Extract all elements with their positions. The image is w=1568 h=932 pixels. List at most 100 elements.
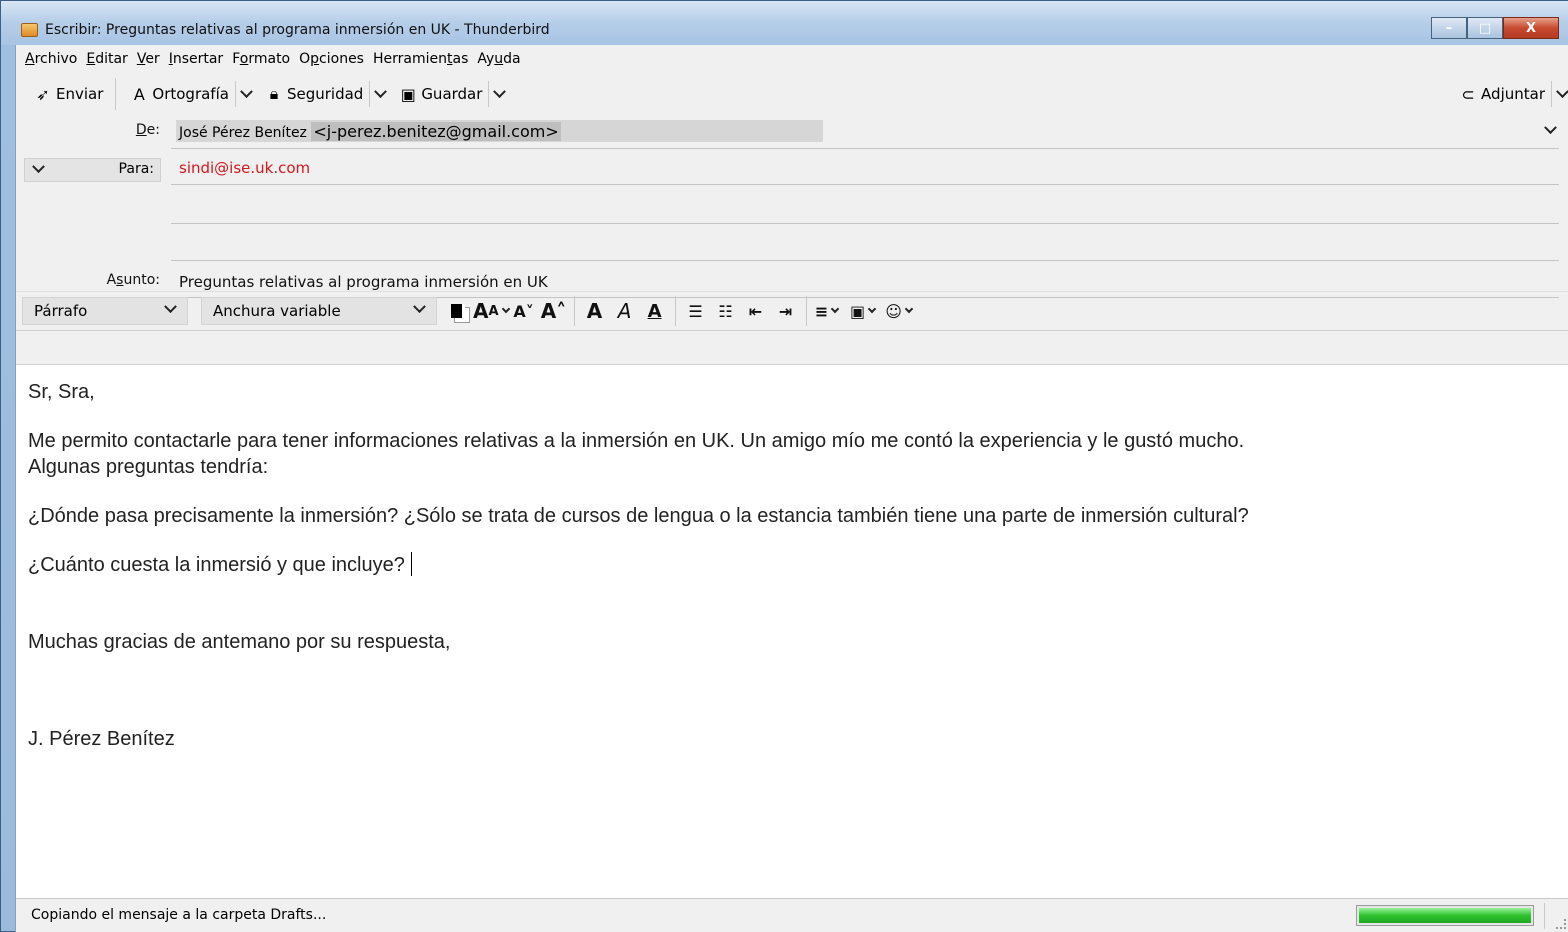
body-question-text: ¿Cuánto cuesta la inmersió y que incluye…: [28, 554, 405, 576]
menu-herramientas[interactable]: Herramientas: [373, 51, 468, 67]
resize-grip[interactable]: [1556, 919, 1566, 929]
menu-ver-label: er: [145, 51, 160, 67]
italic-icon[interactable]: A: [610, 297, 640, 325]
status-text: Copiando el mensaje a la carpeta Drafts.…: [31, 907, 327, 923]
send-button[interactable]: ➶ Enviar: [30, 79, 107, 109]
chevron-down-icon: [904, 304, 914, 314]
security-button[interactable]: 🔒︎ Seguridad: [261, 79, 367, 109]
body-line: Algunas preguntas tendría:: [28, 456, 269, 478]
outdent-icon[interactable]: ⇤: [741, 297, 771, 325]
status-bar: Copiando el mensaje a la carpeta Drafts.…: [16, 898, 1568, 932]
menu-insertar-label: nsertar: [172, 51, 224, 67]
menu-archivo-accel: A: [25, 51, 35, 67]
menu-ayuda-pre: Ay: [477, 51, 495, 67]
from-name: José Pérez Benítez: [179, 125, 307, 141]
menu-ayuda[interactable]: Ayuda: [477, 51, 520, 67]
save-icon: ▣: [400, 84, 416, 104]
smaller-text-icon[interactable]: A˅: [509, 297, 539, 325]
indent-icon[interactable]: ⇥: [771, 297, 801, 325]
to-label: Para:: [118, 161, 154, 177]
divider: [171, 148, 1559, 149]
menu-ver[interactable]: Ver: [137, 51, 160, 67]
menu-opciones-accel: p: [310, 51, 320, 67]
close-button[interactable]: X: [1503, 17, 1559, 39]
align-icon[interactable]: ≡: [812, 297, 842, 325]
security-label: Seguridad: [286, 85, 364, 103]
thunderbird-compose-icon: [21, 23, 38, 37]
toolbar-separator: [805, 296, 807, 326]
insert-image-icon[interactable]: ▣: [848, 297, 878, 325]
chevron-down-icon: [1544, 121, 1557, 135]
from-dropdown[interactable]: [1544, 121, 1557, 139]
spellcheck-icon: A: [133, 84, 145, 104]
security-dropdown[interactable]: [369, 81, 388, 107]
from-field[interactable]: José Pérez Benítez <j-perez.benitez@gmai…: [176, 120, 823, 142]
menu-opciones-pre: O: [299, 51, 311, 67]
menu-ayuda-accel: u: [494, 51, 504, 67]
chevron-down-icon: [240, 84, 253, 98]
attach-button[interactable]: ⊂ Adjuntar: [1455, 79, 1549, 109]
menu-bar: Archivo Editar Ver Insertar Formato Opci…: [16, 45, 1568, 73]
minimize-button[interactable]: –: [1431, 17, 1467, 39]
attach-label: Adjuntar: [1481, 85, 1545, 103]
empty-recipient-row[interactable]: [171, 260, 1559, 261]
body-closing: Muchas gracias de antemano por su respue…: [28, 631, 451, 653]
client-area: Archivo Editar Ver Insertar Formato Opci…: [15, 45, 1568, 932]
send-label: Enviar: [56, 85, 104, 103]
chevron-down-icon: [1556, 84, 1568, 98]
attach-dropdown[interactable]: [1551, 81, 1568, 107]
spelling-dropdown[interactable]: [234, 81, 253, 107]
bullet-list-icon[interactable]: ☰: [681, 297, 711, 325]
recipient-type-toggle[interactable]: Para:: [24, 158, 161, 182]
chevron-down-icon: [164, 300, 177, 314]
save-button[interactable]: ▣ Guardar: [395, 79, 486, 109]
paragraph-format-select[interactable]: Párrafo: [22, 297, 188, 325]
message-header: De: José Pérez Benítez <j-perez.benitez@…: [16, 115, 1568, 298]
empty-recipient-row[interactable]: [171, 223, 1559, 224]
divider: [171, 184, 1559, 185]
to-recipient[interactable]: sindi@ise.uk.com: [179, 159, 310, 177]
from-email: <j-perez.benitez@gmail.com>: [311, 122, 561, 141]
body-line: Me permito contactarle para tener inform…: [28, 430, 1245, 452]
maximize-button[interactable]: □: [1467, 17, 1503, 39]
menu-insertar[interactable]: Insertar: [169, 51, 224, 67]
body-question-current: ¿Cuánto cuesta la inmersió y que incluye…: [28, 552, 1558, 578]
subject-label-rest: unto:: [123, 272, 160, 288]
status-separator: [1544, 903, 1545, 929]
save-dropdown[interactable]: [488, 81, 507, 107]
send-icon: ➶: [36, 84, 50, 104]
menu-archivo-label: rchivo: [34, 51, 78, 67]
underline-icon[interactable]: A: [640, 297, 670, 325]
menu-archivo[interactable]: Archivo: [25, 51, 77, 67]
paragraph-format-value: Párrafo: [34, 302, 88, 320]
message-body-editor[interactable]: Sr, Sra, Me permito contactarle para ten…: [16, 364, 1568, 898]
font-select[interactable]: Anchura variable: [201, 297, 437, 325]
font-value: Anchura variable: [213, 302, 341, 320]
menu-formato[interactable]: Formato: [232, 51, 290, 67]
menu-ayuda-label: da: [503, 51, 521, 67]
font-size-icon[interactable]: AA: [473, 297, 510, 325]
menu-editar[interactable]: Editar: [86, 51, 127, 67]
chevron-down-icon: [413, 300, 426, 314]
subject-label-pre: A: [106, 272, 117, 288]
chevron-down-icon: [867, 304, 877, 314]
title-bar[interactable]: Escribir: Preguntas relativas al program…: [1, 1, 1568, 45]
numbered-list-icon[interactable]: ☷: [711, 297, 741, 325]
larger-text-icon[interactable]: A˄: [539, 297, 569, 325]
smiley-icon[interactable]: ☺: [884, 297, 914, 325]
spelling-button[interactable]: A Ortografía: [126, 79, 233, 109]
menu-editar-accel: E: [86, 51, 96, 67]
bold-icon[interactable]: A: [580, 297, 610, 325]
text-cursor: [410, 552, 412, 576]
chevron-down-icon: [32, 160, 45, 174]
lock-icon: 🔒︎: [269, 84, 279, 103]
save-label: Guardar: [421, 85, 483, 103]
subject-input[interactable]: Preguntas relativas al programa inmersió…: [179, 273, 548, 291]
attach-group: ⊂ Adjuntar: [1455, 79, 1568, 109]
from-label: De:: [110, 122, 160, 138]
menu-opciones[interactable]: Opciones: [299, 51, 364, 67]
text-color-icon[interactable]: [443, 297, 473, 325]
paperclip-icon: ⊂: [1461, 84, 1475, 104]
